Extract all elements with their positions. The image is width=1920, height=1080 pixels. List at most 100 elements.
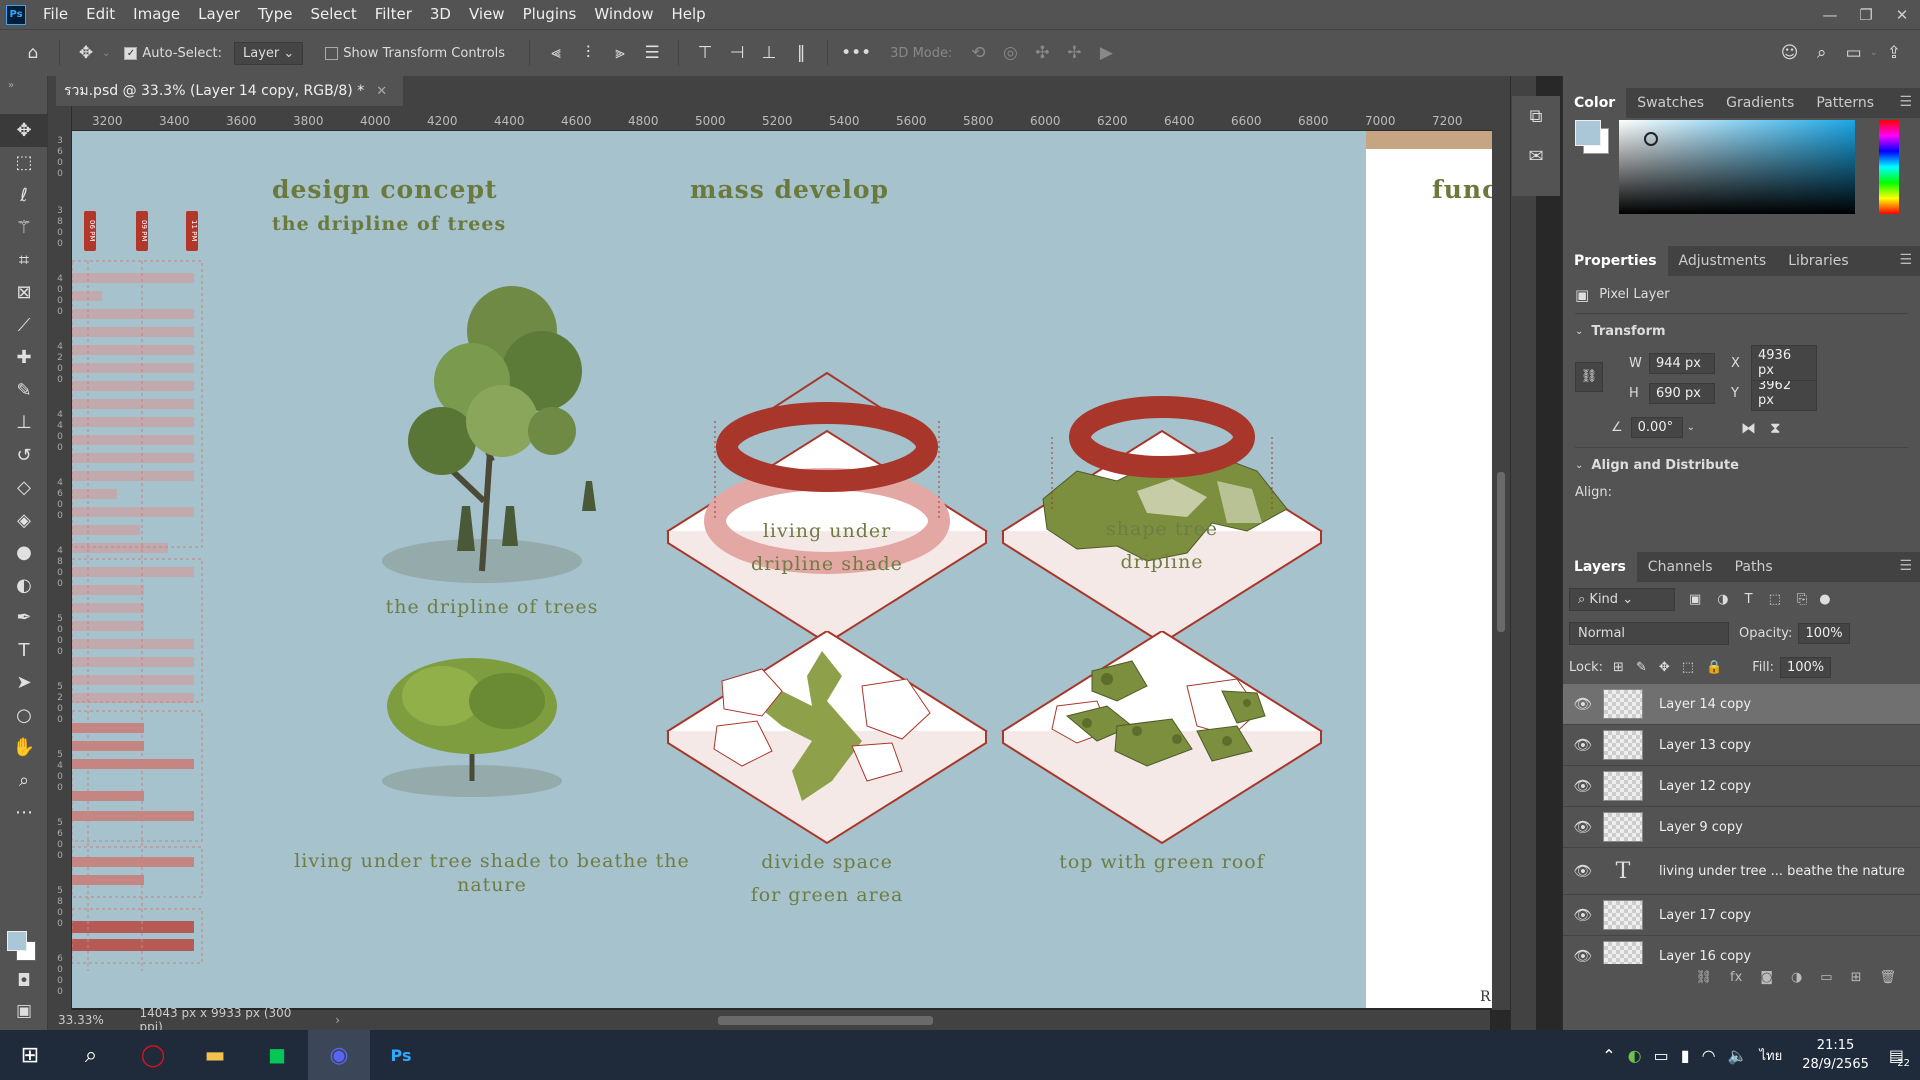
- file-explorer-icon[interactable]: ▬: [184, 1030, 246, 1080]
- screen-mode-icon[interactable]: ▣: [0, 1001, 48, 1021]
- layer-row[interactable]: 👁 T living under tree ... beathe the nat…: [1563, 848, 1920, 895]
- share-user-icon[interactable]: ☺: [1777, 38, 1803, 68]
- workspace-icon[interactable]: ▭: [1841, 38, 1867, 68]
- photoshop-taskbar-icon[interactable]: Ps: [370, 1030, 432, 1080]
- menu-help[interactable]: Help: [662, 0, 714, 29]
- lasso-tool-icon[interactable]: ℓ: [0, 179, 48, 212]
- layer-row[interactable]: 👁 Layer 9 copy: [1563, 807, 1920, 848]
- distribute-v-icon[interactable]: ‖: [788, 38, 814, 68]
- 3d-pan-icon[interactable]: ✣: [1029, 38, 1055, 68]
- eye-icon[interactable]: 👁: [1563, 777, 1603, 795]
- align-bottom-icon[interactable]: ⊥: [756, 38, 782, 68]
- healing-brush-icon[interactable]: ✚: [0, 342, 48, 375]
- comments-icon[interactable]: ✉: [1512, 136, 1560, 176]
- hand-tool-icon[interactable]: ✋: [0, 732, 48, 765]
- align-top-icon[interactable]: ⊤: [692, 38, 718, 68]
- chevron-down-icon[interactable]: ⌄: [102, 48, 110, 59]
- wifi-icon[interactable]: ◠: [1696, 1046, 1722, 1065]
- eye-icon[interactable]: 👁: [1563, 818, 1603, 836]
- ellipse-tool-icon[interactable]: ○: [0, 699, 48, 732]
- paint-bucket-icon[interactable]: ◈: [0, 504, 48, 537]
- show-transform-checkbox[interactable]: [325, 46, 339, 60]
- flip-vertical-icon[interactable]: ⧗: [1770, 419, 1781, 437]
- menu-edit[interactable]: Edit: [77, 0, 124, 29]
- layer-row[interactable]: 👁 Layer 12 copy: [1563, 766, 1920, 807]
- auto-select-dropdown[interactable]: Layer ⌄: [234, 41, 304, 65]
- export-share-icon[interactable]: ⇪: [1881, 38, 1907, 68]
- filter-adjustment-icon[interactable]: ◑: [1717, 592, 1728, 607]
- opera-browser-icon[interactable]: ◯: [122, 1030, 184, 1080]
- menu-window[interactable]: Window: [585, 0, 662, 29]
- foreground-color-swatch[interactable]: [1575, 120, 1601, 146]
- eye-icon[interactable]: 👁: [1563, 947, 1603, 964]
- layer-row[interactable]: 👁 Layer 16 copy: [1563, 936, 1920, 964]
- move-tool-icon[interactable]: ✥: [73, 38, 99, 68]
- battery-icon[interactable]: ▮: [1675, 1046, 1696, 1065]
- x-field[interactable]: 4936 px: [1751, 345, 1817, 381]
- quick-mask-icon[interactable]: ◘: [0, 971, 48, 991]
- filter-pixel-icon[interactable]: ▣: [1689, 592, 1701, 607]
- search-icon[interactable]: ⌕: [1809, 38, 1835, 68]
- chevron-up-icon[interactable]: ⌃: [1596, 1046, 1621, 1065]
- restore-icon[interactable]: ❐: [1848, 0, 1884, 29]
- pen-tool-icon[interactable]: ✒: [0, 602, 48, 635]
- menu-image[interactable]: Image: [124, 0, 189, 29]
- distribute-h-icon[interactable]: ☰: [639, 38, 665, 68]
- eye-icon[interactable]: 👁: [1563, 736, 1603, 754]
- more-tools-icon[interactable]: ⋯: [0, 797, 48, 830]
- color-picker-cursor[interactable]: [1644, 132, 1658, 146]
- notification-icon[interactable]: ▤ 22: [1883, 1046, 1910, 1069]
- lock-position-icon[interactable]: ✥: [1659, 660, 1670, 675]
- language-indicator[interactable]: ไทย: [1753, 1045, 1788, 1066]
- tab-gradients[interactable]: Gradients: [1715, 88, 1805, 118]
- eraser-icon[interactable]: ◇: [0, 472, 48, 505]
- fx-icon[interactable]: fx: [1730, 970, 1742, 985]
- 3d-camera-icon[interactable]: ▶: [1093, 38, 1119, 68]
- filter-toggle-icon[interactable]: ●: [1819, 592, 1830, 607]
- line-app-icon[interactable]: ◼: [246, 1030, 308, 1080]
- zoom-level[interactable]: 33.33%: [58, 1013, 128, 1027]
- close-window-icon[interactable]: ✕: [1884, 0, 1920, 29]
- magic-wand-icon[interactable]: ⚚: [0, 212, 48, 245]
- panel-menu-icon[interactable]: ☰: [1899, 558, 1912, 574]
- hue-slider[interactable]: [1879, 120, 1899, 214]
- tab-patterns[interactable]: Patterns: [1805, 88, 1885, 118]
- search-icon[interactable]: ⌕: [60, 1030, 122, 1080]
- menu-select[interactable]: Select: [301, 0, 365, 29]
- menu-3d[interactable]: 3D: [421, 0, 460, 29]
- lock-artboard-icon[interactable]: ⬚: [1682, 660, 1694, 675]
- auto-select-checkbox[interactable]: ✓: [124, 46, 138, 60]
- foreground-color-swatch[interactable]: [7, 931, 27, 951]
- panel-menu-icon[interactable]: ☰: [1899, 94, 1912, 110]
- align-left-icon[interactable]: ⫷: [543, 38, 569, 68]
- close-tab-icon[interactable]: ✕: [376, 84, 387, 99]
- layer-row[interactable]: 👁 Layer 17 copy: [1563, 895, 1920, 936]
- tray-app-icon[interactable]: ◐: [1622, 1046, 1648, 1065]
- menu-type[interactable]: Type: [249, 0, 301, 29]
- align-middle-icon[interactable]: ⊣: [724, 38, 750, 68]
- tab-libraries[interactable]: Libraries: [1777, 246, 1859, 276]
- volume-icon[interactable]: 🔈: [1722, 1046, 1754, 1065]
- windows-start-icon[interactable]: ⊞: [0, 1030, 60, 1080]
- eyedropper-icon[interactable]: ⟋: [0, 309, 48, 342]
- canvas-area[interactable]: 06 PM 09 PM 11 PM design concept the dri…: [72, 131, 1492, 1008]
- new-layer-icon[interactable]: ⊞: [1851, 970, 1862, 985]
- tab-adjustments[interactable]: Adjustments: [1668, 246, 1778, 276]
- blend-mode-dropdown[interactable]: Normal: [1569, 621, 1729, 645]
- panel-menu-icon[interactable]: ☰: [1899, 252, 1912, 268]
- eye-icon[interactable]: 👁: [1563, 862, 1603, 880]
- tab-color[interactable]: Color: [1563, 88, 1627, 118]
- fill-field[interactable]: 100%: [1779, 656, 1832, 678]
- new-group-icon[interactable]: ▭: [1820, 970, 1832, 985]
- eye-icon[interactable]: 👁: [1563, 695, 1603, 713]
- layer-row[interactable]: 👁 Layer 13 copy: [1563, 725, 1920, 766]
- minimize-icon[interactable]: —: [1812, 0, 1848, 29]
- link-icon[interactable]: ⛓: [1575, 362, 1603, 392]
- height-field[interactable]: 690 px: [1649, 382, 1715, 404]
- 3d-slide-icon[interactable]: ✢: [1061, 38, 1087, 68]
- flip-horizontal-icon[interactable]: ⧓: [1741, 419, 1756, 437]
- eye-icon[interactable]: 👁: [1563, 906, 1603, 924]
- menu-file[interactable]: File: [34, 0, 77, 29]
- opacity-field[interactable]: 100%: [1798, 622, 1850, 644]
- brush-tool-icon[interactable]: ✎: [0, 374, 48, 407]
